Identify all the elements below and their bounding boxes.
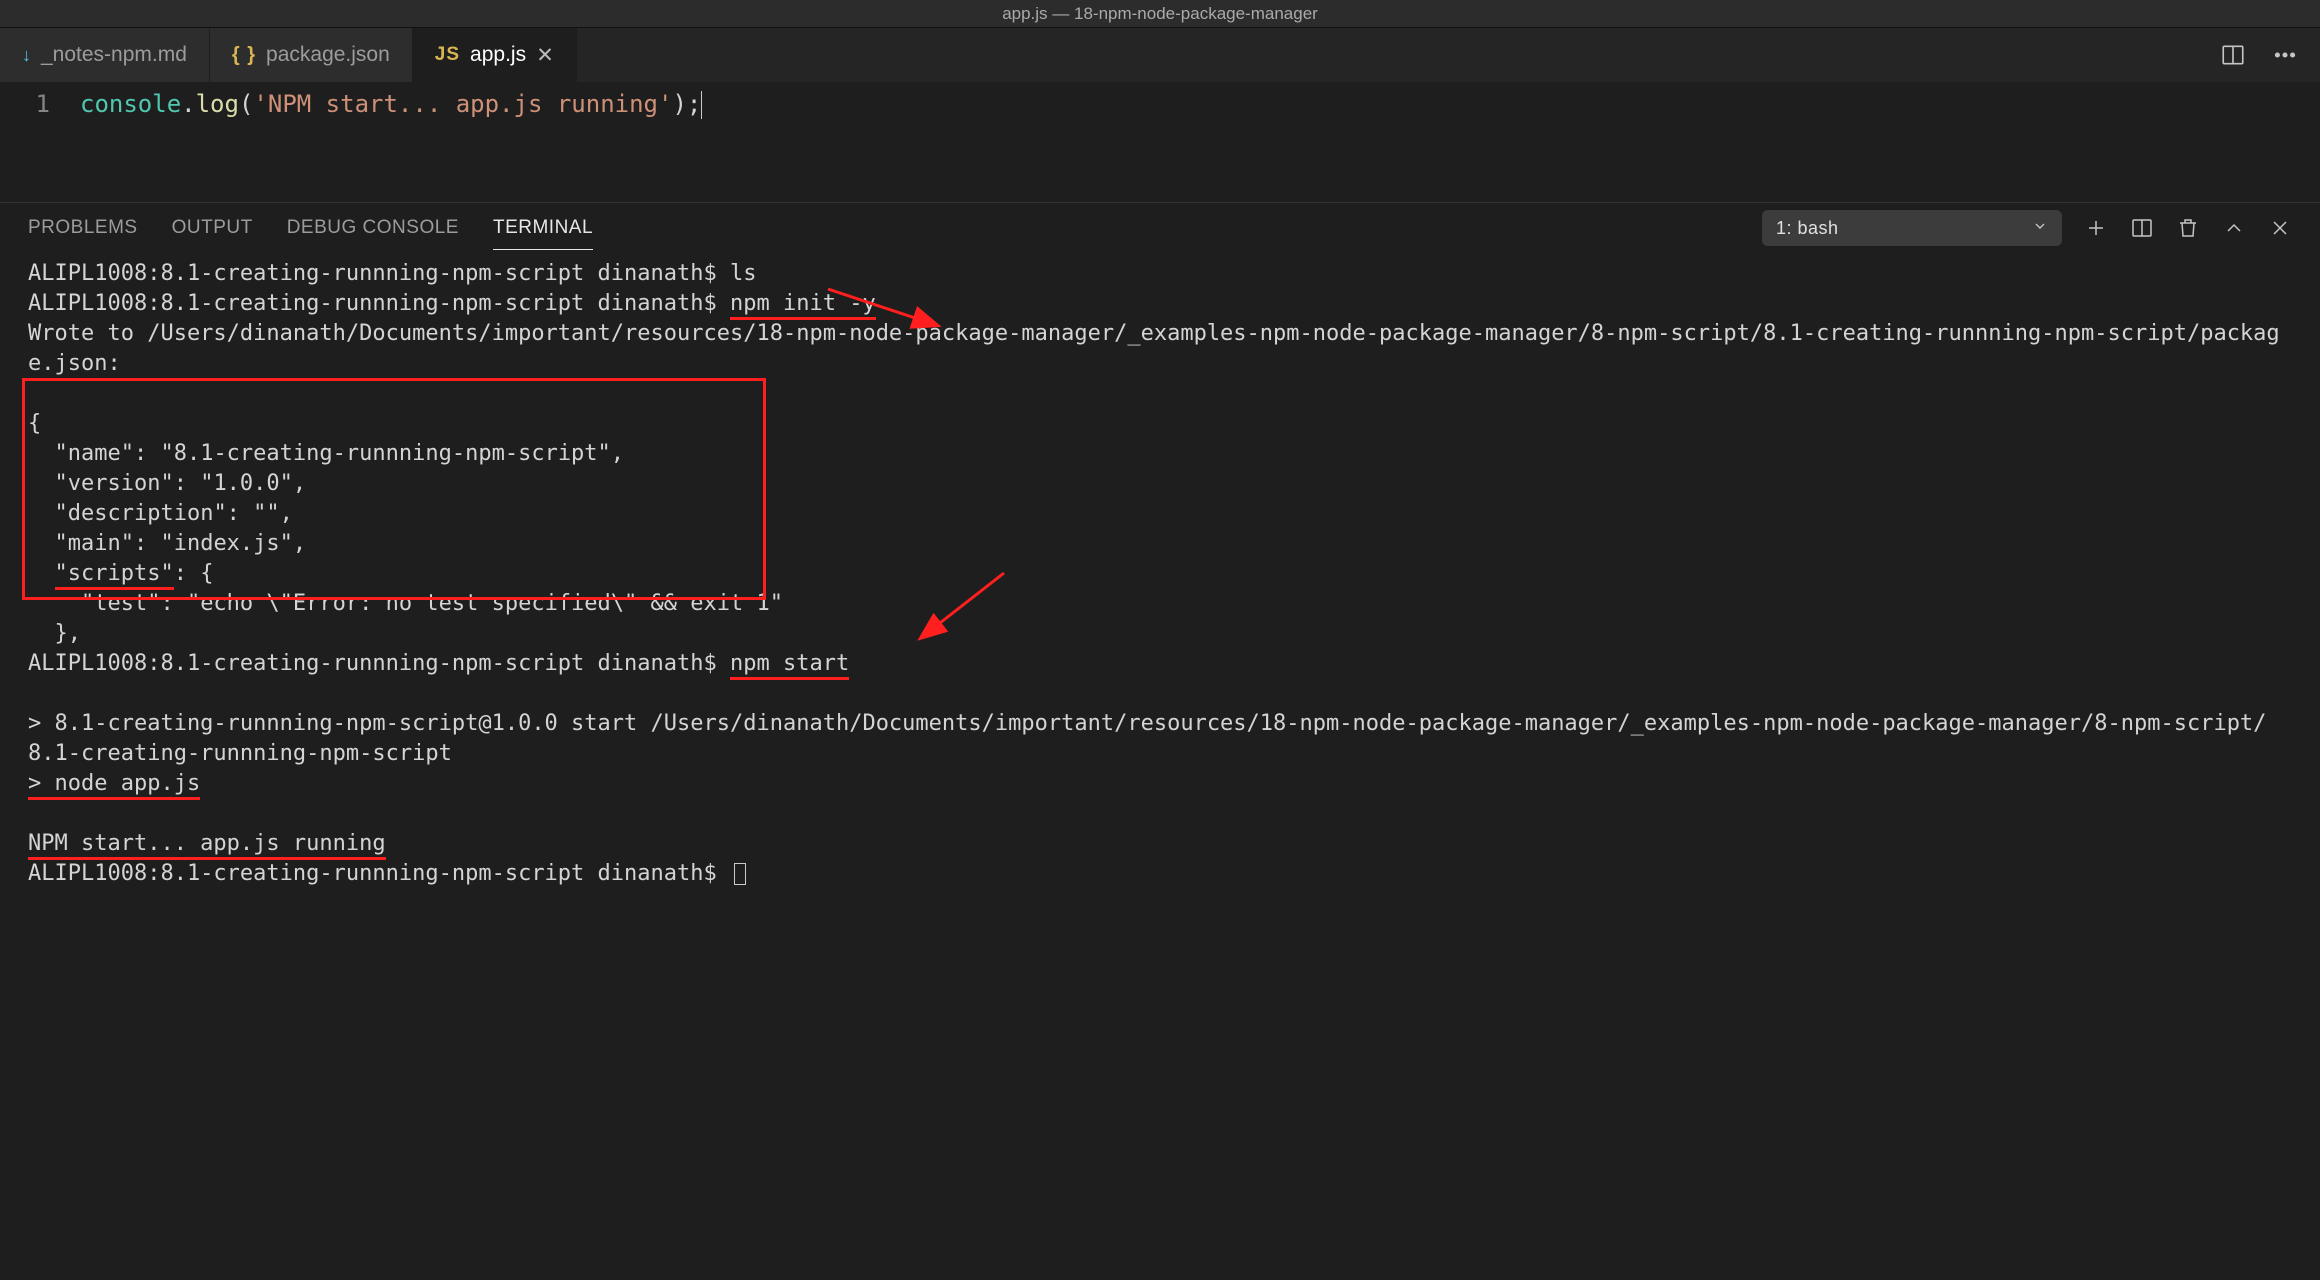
token-close: );	[672, 90, 701, 118]
term-cmd-highlight: npm init -y	[730, 291, 876, 320]
term-json: },	[28, 621, 81, 646]
panel-tab-debug[interactable]: DEBUG CONSOLE	[287, 207, 459, 249]
term-json: {	[28, 411, 41, 436]
terminal-cursor	[734, 863, 746, 885]
token-open: (	[239, 90, 253, 118]
tabs-actions	[2198, 28, 2320, 82]
term-line: Wrote to /Users/dinanath/Documents/impor…	[28, 321, 2280, 376]
tab-label: _notes-npm.md	[41, 43, 187, 67]
markdown-icon: ↓	[22, 45, 31, 66]
more-icon[interactable]	[2272, 42, 2298, 68]
tab-package-json[interactable]: { } package.json	[210, 28, 413, 82]
tab-notes-npm[interactable]: ↓ _notes-npm.md	[0, 28, 210, 82]
term-line: ALIPL1008:8.1-creating-runnning-npm-scri…	[28, 291, 730, 316]
line-gutter: 1	[0, 90, 80, 172]
token-function: log	[196, 90, 239, 118]
term-line: > 8.1-creating-runnning-npm-script@1.0.0…	[28, 711, 2266, 766]
term-json-highlight: "scripts"	[55, 561, 174, 590]
panel-tabs: PROBLEMS OUTPUT DEBUG CONSOLE TERMINAL 1…	[0, 203, 2320, 253]
term-cmd-highlight: npm start	[730, 651, 849, 680]
maximize-panel-icon[interactable]	[2222, 216, 2246, 240]
token-dot: .	[181, 90, 195, 118]
kill-terminal-icon[interactable]	[2176, 216, 2200, 240]
panel-actions: 1: bash	[1762, 210, 2292, 246]
editor-cursor	[701, 91, 702, 119]
split-terminal-icon[interactable]	[2130, 216, 2154, 240]
term-line: ALIPL1008:8.1-creating-runnning-npm-scri…	[28, 861, 730, 886]
panel-tab-output[interactable]: OUTPUT	[172, 207, 253, 249]
term-json: "description": "",	[28, 501, 293, 526]
term-json: "version": "1.0.0",	[28, 471, 306, 496]
term-line-highlight: > node app.js	[28, 771, 200, 800]
code-editor[interactable]: 1 console.log('NPM start... app.js runni…	[0, 82, 2320, 202]
window-title-bar: app.js — 18-npm-node-package-manager	[0, 0, 2320, 28]
terminal-selector[interactable]: 1: bash	[1762, 210, 2062, 246]
term-line-highlight: NPM start... app.js running	[28, 831, 386, 860]
token-object: console	[80, 90, 181, 118]
panel-tab-problems[interactable]: PROBLEMS	[28, 207, 138, 249]
bottom-panel: PROBLEMS OUTPUT DEBUG CONSOLE TERMINAL 1…	[0, 202, 2320, 1280]
terminal-output[interactable]: ALIPL1008:8.1-creating-runnning-npm-scri…	[0, 253, 2320, 1280]
term-json: "main": "index.js",	[28, 531, 306, 556]
tab-app-js[interactable]: JS app.js ✕	[413, 28, 577, 82]
tab-label: app.js	[470, 43, 526, 67]
term-json: "name": "8.1-creating-runnning-npm-scrip…	[28, 441, 624, 466]
close-panel-icon[interactable]	[2268, 216, 2292, 240]
json-icon: { }	[232, 44, 256, 67]
term-line: ALIPL1008:8.1-creating-runnning-npm-scri…	[28, 261, 730, 286]
token-string: 'NPM start... app.js running'	[253, 90, 672, 118]
term-cmd: ls	[730, 261, 757, 286]
line-number: 1	[0, 90, 50, 118]
editor-tabs-row: ↓ _notes-npm.md { } package.json JS app.…	[0, 28, 2320, 82]
close-icon[interactable]: ✕	[536, 43, 554, 68]
terminal-selector-label: 1: bash	[1776, 218, 1839, 239]
window-title: app.js — 18-npm-node-package-manager	[1002, 4, 1318, 23]
term-json: : {	[174, 561, 214, 586]
tab-label: package.json	[266, 43, 390, 67]
new-terminal-icon[interactable]	[2084, 216, 2108, 240]
panel-tab-terminal[interactable]: TERMINAL	[493, 207, 593, 250]
code-line-1[interactable]: console.log('NPM start... app.js running…	[80, 90, 702, 172]
vscode-window: app.js — 18-npm-node-package-manager ↓ _…	[0, 0, 2320, 1280]
term-json: "test": "echo \"Error: no test specified…	[28, 591, 783, 616]
term-line: ALIPL1008:8.1-creating-runnning-npm-scri…	[28, 651, 730, 676]
term-json	[28, 561, 55, 586]
javascript-icon: JS	[435, 44, 460, 66]
split-editor-icon[interactable]	[2220, 42, 2246, 68]
chevron-down-icon	[2032, 218, 2048, 239]
